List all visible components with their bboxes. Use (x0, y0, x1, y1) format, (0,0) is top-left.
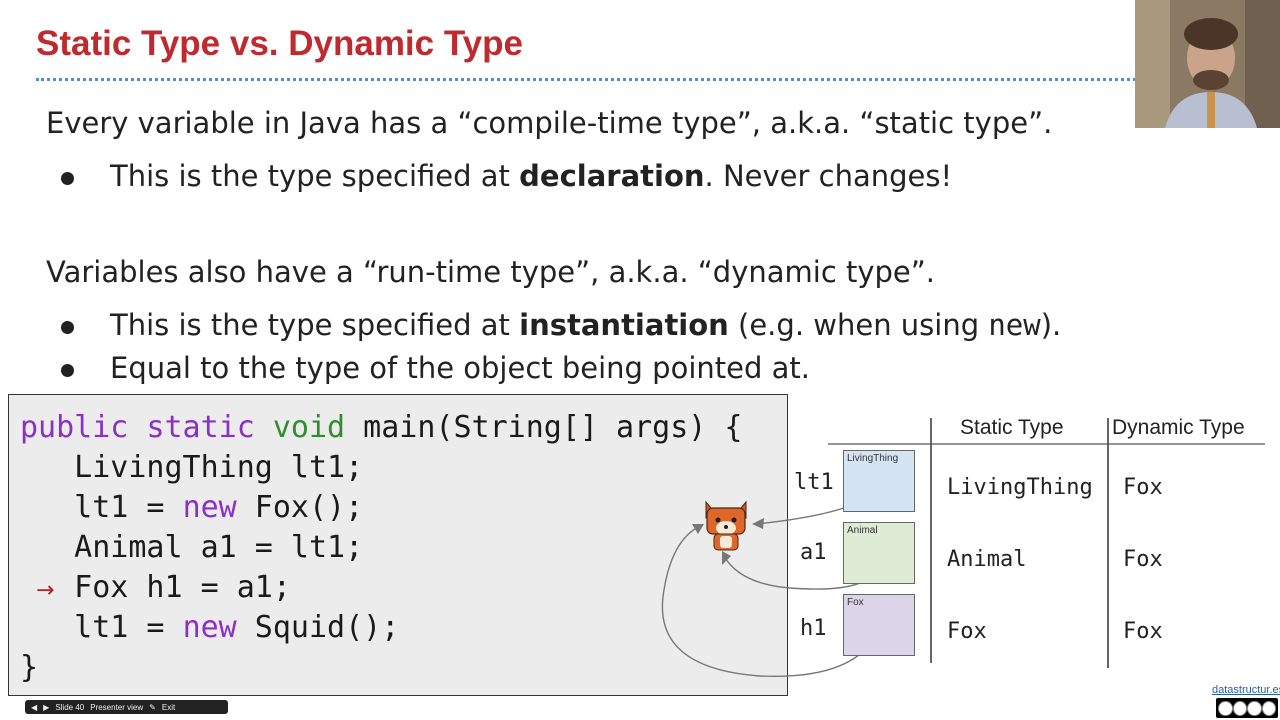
object-box-animal: Animal (843, 522, 915, 584)
box-label: LivingThing (847, 453, 899, 464)
code-line-6: lt1 = new Squid(); (20, 610, 399, 645)
code-text: lt1 = (20, 490, 183, 525)
exit-button[interactable]: Exit (162, 703, 175, 712)
bullet-text: This is the type specified at (110, 308, 520, 342)
site-link[interactable]: datastructur.es (1212, 684, 1280, 696)
bullet-text: ). (1040, 308, 1062, 342)
bullet-text: (e.g. when using (728, 308, 989, 342)
dynamic-type-cell: Fox (1123, 619, 1163, 644)
bullet-object-type: Equal to the type of the object being po… (110, 351, 810, 385)
bullet-dot (61, 364, 74, 377)
next-slide-icon[interactable]: ▶ (43, 703, 49, 712)
code-line-4: Animal a1 = lt1; (20, 530, 364, 565)
code-line-1: public static void main(String[] args) { (20, 410, 742, 445)
code-line-2: LivingThing lt1; (20, 450, 364, 485)
code-text: main(String[] args) { (345, 410, 743, 445)
static-type-cell: Animal (947, 547, 1027, 572)
header-static-type: Static Type (960, 416, 1064, 439)
bullet-code-term: new (988, 308, 1041, 342)
static-type-cell: Fox (947, 619, 987, 644)
box-label: Animal (847, 525, 878, 536)
bullet-bold-term: declaration (519, 159, 705, 193)
keyword-public: public (20, 410, 129, 445)
sa-icon (1261, 700, 1276, 716)
current-line-arrow: → (36, 578, 55, 603)
slide-title: Static Type vs. Dynamic Type (36, 24, 523, 63)
code-text: Fox(); (236, 490, 364, 525)
static-type-cell: LivingThing (947, 475, 1093, 500)
header-dynamic-type: Dynamic Type (1112, 416, 1245, 439)
pen-icon[interactable]: ✎ (149, 703, 156, 712)
title-rule (36, 78, 1136, 81)
dynamic-type-cell: Fox (1123, 475, 1163, 500)
bullet-bold-term: instantiation (519, 308, 729, 342)
object-box-livingthing: LivingThing (843, 450, 915, 512)
var-label-h1: h1 (800, 616, 827, 641)
cc-icon (1218, 700, 1233, 716)
bullet-dot (61, 172, 74, 185)
paragraph-static-type: Every variable in Java has a “compile-ti… (46, 106, 1053, 140)
presenter-view-button[interactable]: Presenter view (90, 703, 143, 712)
bullet-text: This is the type specified at (110, 159, 520, 193)
dynamic-type-cell: Fox (1123, 547, 1163, 572)
license-badge (1216, 698, 1278, 718)
keyword-new: new (182, 610, 237, 645)
paragraph-dynamic-type: Variables also have a “run-time type”, a… (46, 255, 936, 289)
previous-slide-icon[interactable]: ◀ (31, 703, 37, 712)
code-line-3: lt1 = new Fox(); (20, 490, 363, 525)
bullet-instantiation: This is the type specified at instantiat… (110, 308, 1061, 342)
presentation-toolbar: ◀ ▶ Slide 40 Presenter view ✎ Exit (25, 700, 228, 714)
code-text: Squid(); (236, 610, 400, 645)
bullet-declaration: This is the type specified at declaratio… (110, 159, 952, 193)
var-label-lt1: lt1 (794, 470, 834, 495)
var-label-a1: a1 (800, 540, 827, 565)
keyword-static: static (146, 410, 255, 445)
keyword-void: void (272, 410, 346, 445)
webcam-feed (1135, 0, 1280, 128)
code-text: lt1 = (20, 610, 183, 645)
object-box-fox: Fox (843, 594, 915, 656)
code-line-7: } (20, 650, 39, 685)
box-label: Fox (847, 597, 864, 608)
presenter-video-image (1135, 0, 1280, 128)
slide-counter[interactable]: Slide 40 (55, 703, 84, 712)
bullet-text: . Never changes! (704, 159, 953, 193)
nc-icon (1247, 700, 1262, 716)
keyword-new: new (182, 490, 237, 525)
by-icon (1232, 700, 1247, 716)
code-line-5: Fox h1 = a1; (20, 570, 291, 605)
bullet-dot (61, 321, 74, 334)
